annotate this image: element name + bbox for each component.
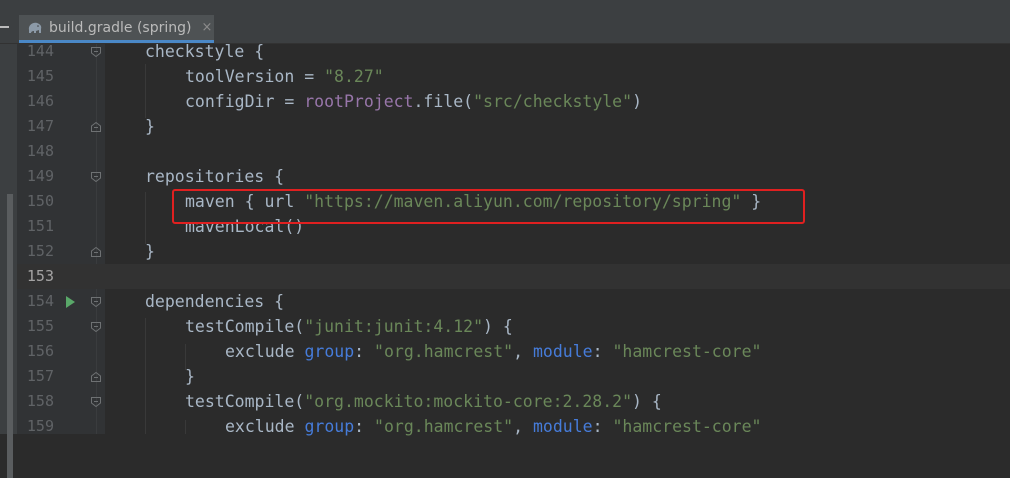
code-token: "org.hamcrest" xyxy=(374,417,514,436)
code-token: } xyxy=(185,367,195,386)
line-number: 146 xyxy=(26,92,54,110)
code-token: "org.mockito:mockito-core:2.28.2" xyxy=(304,392,633,411)
code-line[interactable]: 154 dependencies { xyxy=(0,289,1010,314)
line-number: 152 xyxy=(26,242,54,260)
line-number: 159 xyxy=(26,417,54,435)
code-text: repositories { xyxy=(145,164,284,189)
code-line[interactable]: 144 checkstyle { xyxy=(0,39,1010,64)
highlight-box xyxy=(172,189,805,224)
code-token: exclude xyxy=(225,417,305,436)
code-token: "hamcrest-core" xyxy=(612,417,762,436)
code-token: : xyxy=(354,342,375,361)
code-text: toolVersion = "8.27" xyxy=(185,64,384,89)
code-token: : xyxy=(592,417,613,436)
code-token: , xyxy=(513,342,533,361)
code-token: checkstyle { xyxy=(145,42,265,61)
line-number: 153 xyxy=(26,267,54,285)
code-token: } xyxy=(145,242,155,261)
code-token: testCompile( xyxy=(185,392,305,411)
code-token: "org.hamcrest" xyxy=(374,342,514,361)
fold-open-icon[interactable] xyxy=(91,172,101,182)
line-number: 150 xyxy=(26,192,54,210)
line-number: 151 xyxy=(26,217,54,235)
code-token: } xyxy=(145,117,155,136)
code-text: configDir = rootProject.file("src/checks… xyxy=(185,89,642,114)
fold-open-icon[interactable] xyxy=(91,322,101,332)
code-line[interactable]: 153 xyxy=(17,264,1010,289)
code-line[interactable]: 157} xyxy=(0,364,1010,389)
code-token: dependencies { xyxy=(145,292,285,311)
code-text: exclude group: "org.hamcrest", module: "… xyxy=(225,339,761,364)
code-line[interactable]: 149 repositories { xyxy=(0,164,1010,189)
code-line[interactable]: 145 toolVersion = "8.27" xyxy=(0,64,1010,89)
code-token: module xyxy=(532,417,593,436)
code-token: : xyxy=(354,417,375,436)
code-token: "src/checkstyle" xyxy=(473,92,633,111)
code-token: exclude xyxy=(225,342,305,361)
code-token: configDir = xyxy=(185,92,305,111)
line-number: 144 xyxy=(26,42,54,60)
code-token: group xyxy=(304,417,355,436)
code-token: : xyxy=(592,342,613,361)
line-number: 158 xyxy=(26,392,54,410)
line-number: 149 xyxy=(26,167,54,185)
fold-open-icon[interactable] xyxy=(91,297,101,307)
code-line[interactable]: 155 testCompile("junit:junit:4.12") { xyxy=(0,314,1010,339)
line-number: 154 xyxy=(26,292,54,310)
line-number: 157 xyxy=(26,367,54,385)
code-token: rootProject xyxy=(304,92,414,111)
code-text: testCompile("junit:junit:4.12") { xyxy=(185,314,513,339)
fold-close-icon[interactable] xyxy=(91,247,101,257)
indent-guide xyxy=(185,420,186,434)
code-text: exclude group: "org.hamcrest", module: "… xyxy=(225,414,761,439)
close-icon[interactable]: × xyxy=(201,20,212,35)
run-gutter-icon[interactable] xyxy=(66,296,75,308)
code-text: testCompile("org.mockito:mockito-core:2.… xyxy=(185,389,662,414)
code-text: dependencies { xyxy=(145,289,284,314)
code-token: "hamcrest-core" xyxy=(612,342,762,361)
fold-close-icon[interactable] xyxy=(91,372,101,382)
editor-tab-bar: build.gradle (spring) × xyxy=(0,0,1010,44)
line-number: 155 xyxy=(26,317,54,335)
code-token: group xyxy=(304,342,355,361)
code-line[interactable]: 158 testCompile("org.mockito:mockito-core… xyxy=(0,389,1010,414)
gradle-elephant-icon xyxy=(28,22,42,33)
code-token: "junit:junit:4.12" xyxy=(304,317,484,336)
code-token: testCompile( xyxy=(185,317,305,336)
code-token: ) { xyxy=(483,317,513,336)
code-token: "8.27" xyxy=(324,67,384,86)
code-token: ) { xyxy=(632,392,662,411)
code-token: repositories { xyxy=(145,167,285,186)
code-line[interactable]: 156 exclude group: "org.hamcrest", module… xyxy=(0,339,1010,364)
line-number: 147 xyxy=(26,117,54,135)
code-token: ) xyxy=(632,92,642,111)
code-token: , xyxy=(513,417,533,436)
fold-open-icon[interactable] xyxy=(91,397,101,407)
code-line[interactable]: 159 exclude group: "org.hamcrest", module… xyxy=(0,414,1010,439)
indent-guide xyxy=(185,344,186,370)
code-line[interactable]: 152} xyxy=(0,239,1010,264)
code-token: toolVersion = xyxy=(185,67,325,86)
code-text: } xyxy=(145,239,155,264)
code-token: module xyxy=(532,342,593,361)
indent-guide xyxy=(145,318,146,434)
line-number: 148 xyxy=(26,142,54,160)
tabs-menu-icon[interactable] xyxy=(0,26,9,28)
code-line[interactable]: 148 xyxy=(0,139,1010,164)
code-line[interactable]: 146 configDir = rootProject.file("src/che… xyxy=(0,89,1010,114)
code-text: } xyxy=(145,114,155,139)
line-number: 145 xyxy=(26,67,54,85)
indent-guide xyxy=(145,64,146,118)
tab-title: build.gradle (spring) xyxy=(49,19,192,36)
code-text: } xyxy=(185,364,195,389)
fold-open-icon[interactable] xyxy=(91,47,101,57)
fold-close-icon[interactable] xyxy=(91,122,101,132)
indent-guide xyxy=(145,192,146,244)
code-line[interactable]: 147} xyxy=(0,114,1010,139)
line-number: 156 xyxy=(26,342,54,360)
code-text: checkstyle { xyxy=(145,39,264,64)
code-token: .file( xyxy=(413,92,474,111)
